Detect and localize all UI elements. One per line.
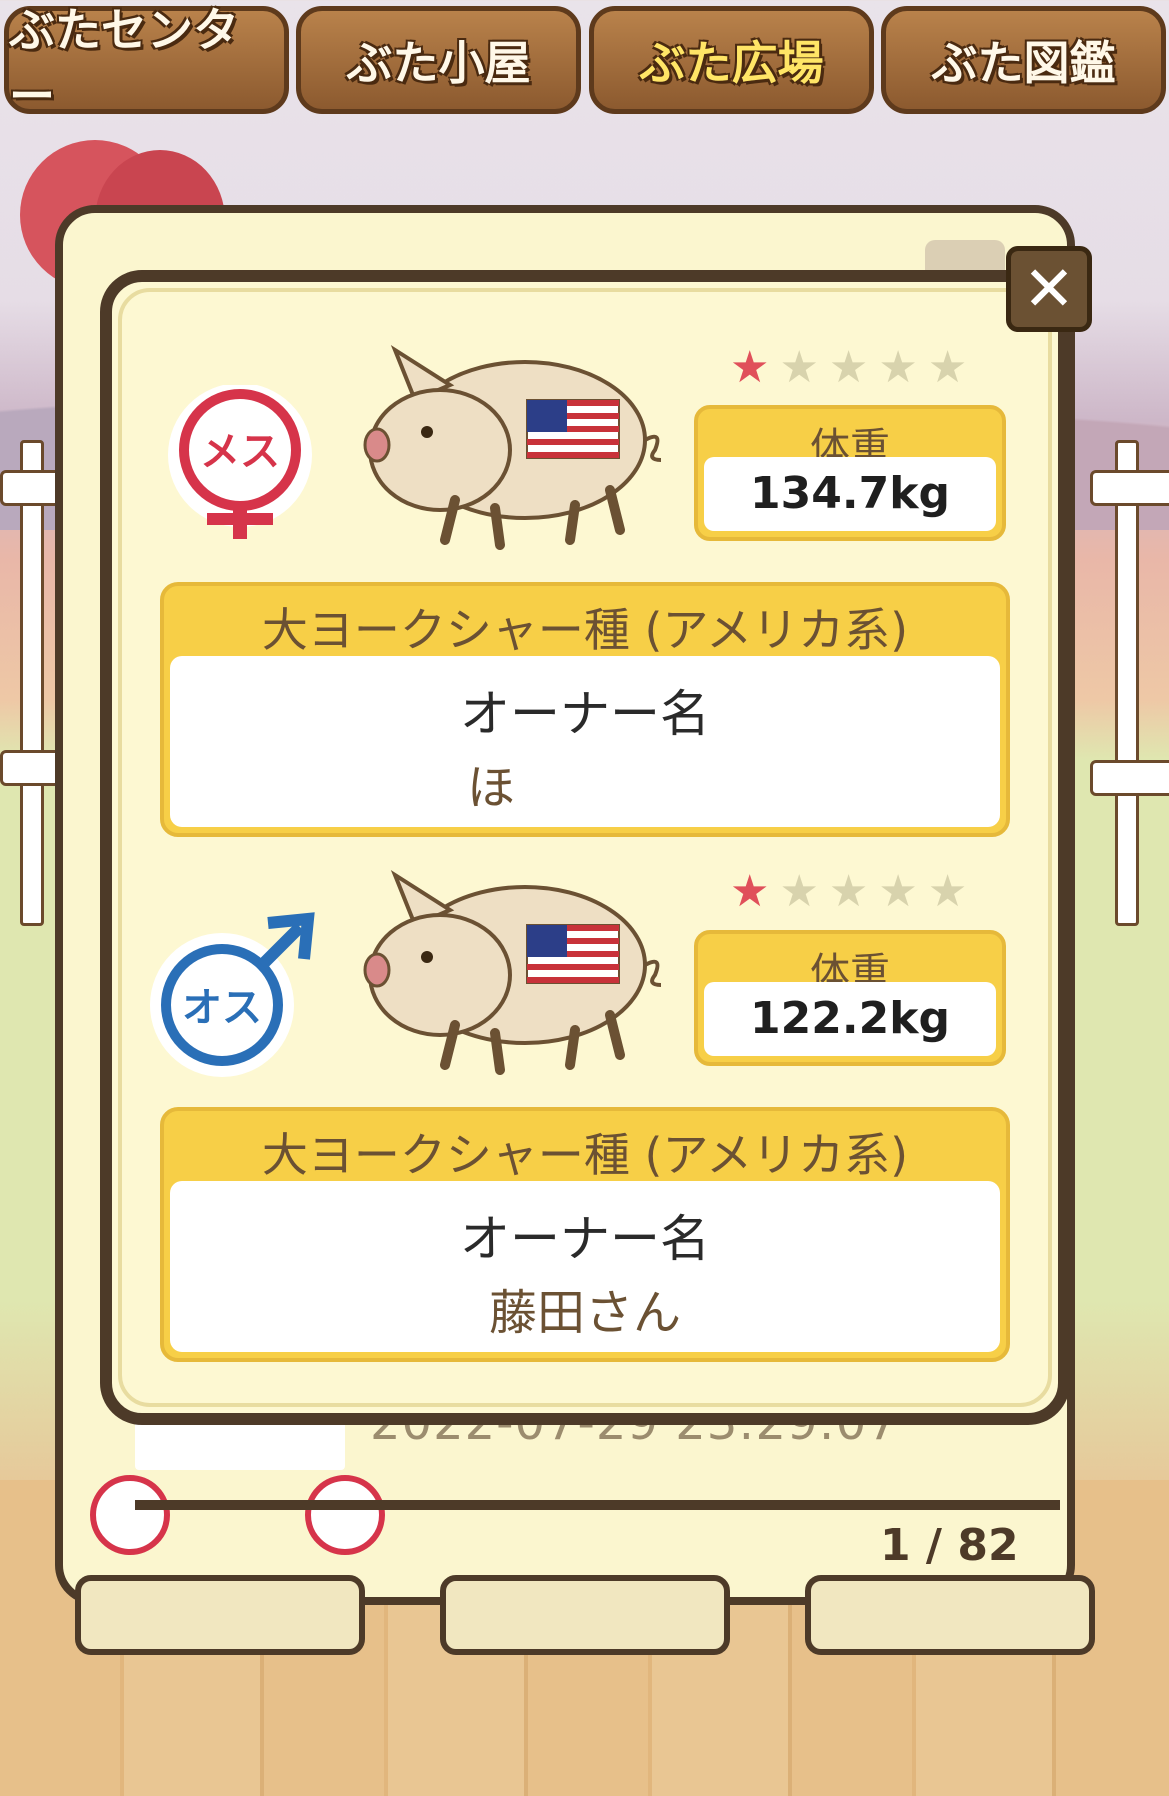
pig-image-male <box>363 869 662 1075</box>
fence-post-left <box>20 440 44 926</box>
fence-post-right <box>1115 440 1139 926</box>
top-tab-bar: ぶたセンター ぶた小屋 ぶた広場 ぶた図鑑 <box>0 0 1169 123</box>
us-flag-icon <box>526 399 620 459</box>
weight-box-male: 体重 122.2kg <box>694 930 1006 1066</box>
owner-label: オーナー名 <box>460 685 710 743</box>
divider <box>135 1500 1060 1510</box>
star-icon: ★ <box>779 866 819 917</box>
female-icon <box>90 1475 170 1555</box>
breed-card-male: 大ヨークシャー種 (アメリカ系) オーナー名 藤田さん <box>160 1107 1010 1362</box>
tab-buta-center[interactable]: ぶたセンター <box>4 3 289 123</box>
pig-image-female <box>363 344 662 550</box>
star-icon: ★ <box>730 342 770 393</box>
star-icon: ★ <box>878 342 918 393</box>
male-icon <box>305 1475 385 1555</box>
star-icon: ★ <box>927 342 968 393</box>
star-icon: ★ <box>828 866 869 917</box>
tab-buta-koya[interactable]: ぶた小屋 <box>296 6 581 114</box>
weight-value: 122.2kg <box>704 982 996 1056</box>
fence-rail-right-2 <box>1090 760 1169 796</box>
page-indicator: 1 / 82 <box>880 1520 1019 1571</box>
tab-label: ぶた小屋 <box>346 36 531 90</box>
breed-card-female: 大ヨークシャー種 (アメリカ系) オーナー名 ほ <box>160 582 1010 837</box>
bottom-button-history[interactable] <box>440 1575 730 1655</box>
star-icon: ★ <box>828 342 869 393</box>
star-icon: ★ <box>779 342 819 393</box>
female-symbol-icon: メス <box>168 385 312 539</box>
male-symbol-icon: オス <box>150 912 315 1077</box>
tab-label: ぶたセンター <box>9 3 239 123</box>
tab-label: ぶた図鑑 <box>931 36 1116 90</box>
close-button[interactable]: ✕ <box>1006 246 1092 332</box>
male-label: オス <box>182 985 262 1031</box>
tab-buta-hiroba[interactable]: ぶた広場 <box>589 6 874 114</box>
owner-name: ほ <box>467 760 516 816</box>
owner-label: オーナー名 <box>460 1210 710 1268</box>
female-label: メス <box>200 429 280 475</box>
bottom-button-1[interactable] <box>75 1575 365 1655</box>
breed-name: 大ヨークシャー種 (アメリカ系) <box>261 603 909 657</box>
rating-stars-male: ★ ★ ★ ★ ★ <box>730 870 967 914</box>
bottom-button-manage[interactable] <box>805 1575 1095 1655</box>
close-icon: ✕ <box>1023 252 1075 325</box>
tab-label: ぶた広場 <box>639 36 824 90</box>
weight-value: 134.7kg <box>704 457 996 531</box>
star-icon: ★ <box>878 866 918 917</box>
breed-name: 大ヨークシャー種 (アメリカ系) <box>261 1128 909 1182</box>
us-flag-icon <box>526 924 620 984</box>
star-icon: ★ <box>730 866 770 917</box>
tab-buta-zukan[interactable]: ぶた図鑑 <box>881 6 1166 114</box>
weight-box-female: 体重 134.7kg <box>694 405 1006 541</box>
star-icon: ★ <box>927 866 968 917</box>
rating-stars-female: ★ ★ ★ ★ ★ <box>730 346 967 390</box>
owner-name: 藤田さん <box>488 1285 681 1341</box>
fence-rail-right <box>1090 470 1169 506</box>
